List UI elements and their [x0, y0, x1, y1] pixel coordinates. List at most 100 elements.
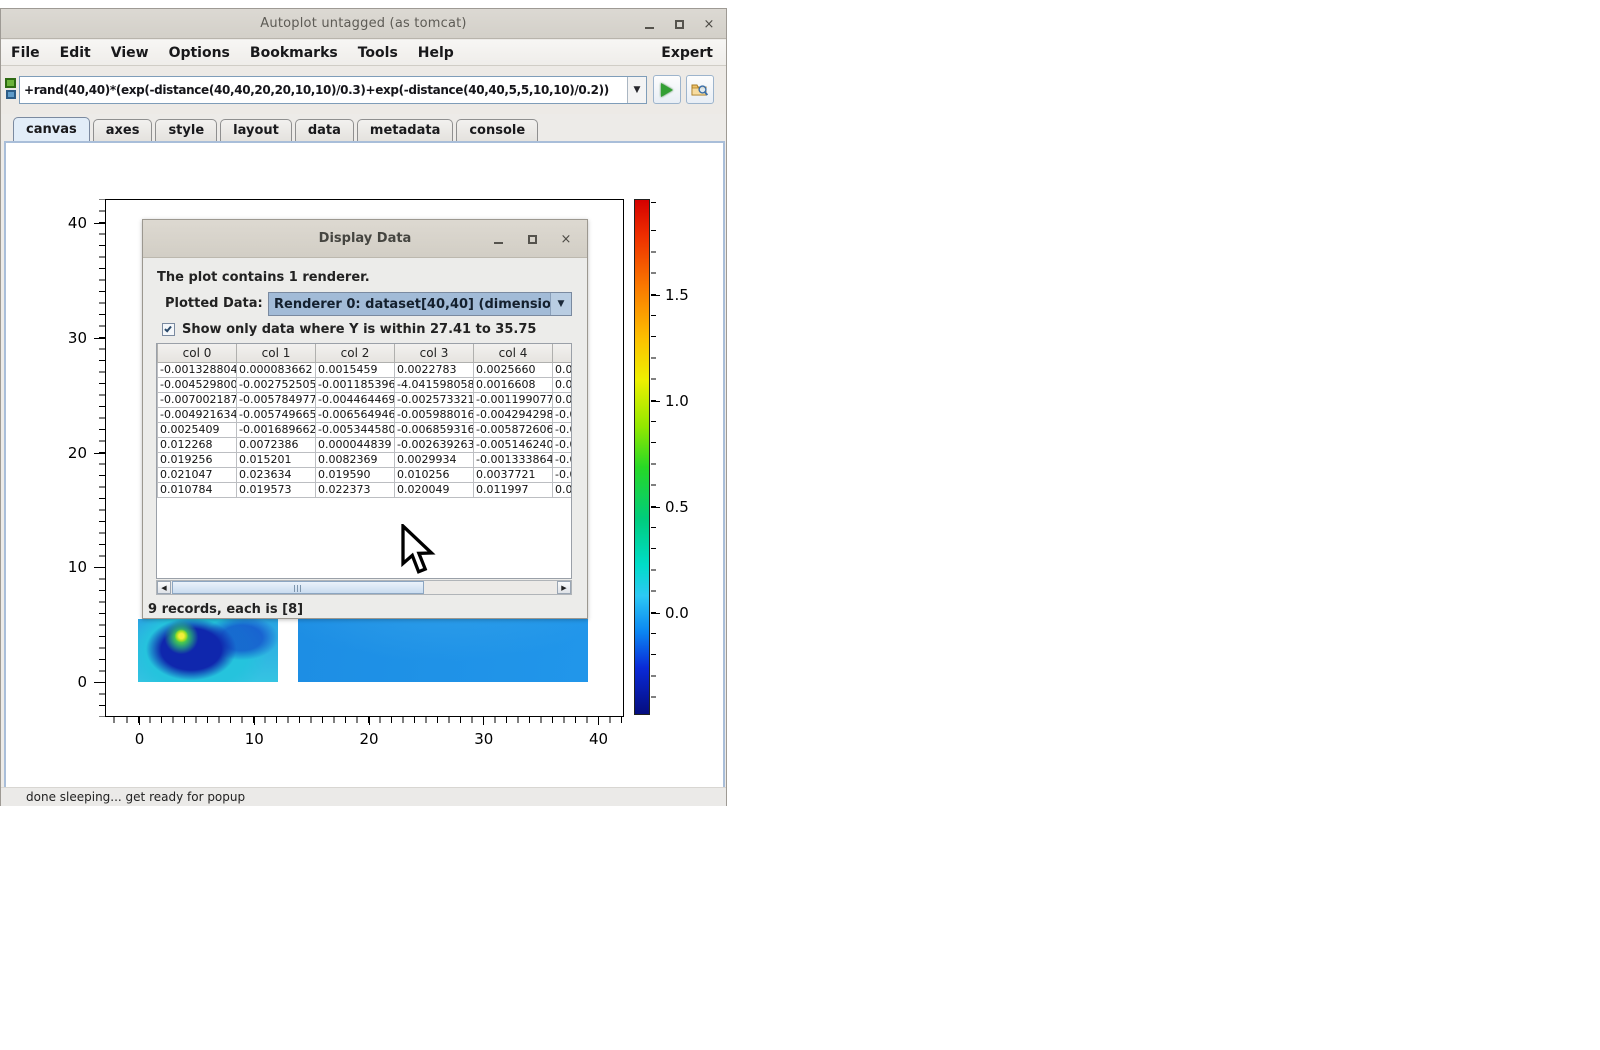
table-cell[interactable]: 0.0025660: [474, 362, 553, 377]
menu-item[interactable]: View: [101, 40, 159, 65]
menu-item[interactable]: Tools: [348, 40, 408, 65]
table-cell[interactable]: 0.0015459: [316, 362, 395, 377]
table-cell[interactable]: -0.001689662...: [237, 422, 316, 437]
menu-item[interactable]: Bookmarks: [240, 40, 348, 65]
table-cell[interactable]: 0.011997: [474, 482, 553, 497]
table-cell[interactable]: 0.00: [553, 392, 573, 407]
table-cell[interactable]: -0.002573321...: [395, 392, 474, 407]
table-row[interactable]: -0.001328804...0.0000836620.00154590.002…: [158, 362, 573, 377]
table-cell[interactable]: 0.0025409: [158, 422, 237, 437]
table-cell[interactable]: 0.010784: [158, 482, 237, 497]
uri-value[interactable]: +rand(40,40)*(exp(-distance(40,40,20,20,…: [20, 83, 627, 97]
table-cell[interactable]: 0.0082369: [316, 452, 395, 467]
table-cell[interactable]: 0.0022783: [395, 362, 474, 377]
table-row[interactable]: -0.004921634...-0.005749665...-0.0065649…: [158, 407, 573, 422]
table-cell[interactable]: 0.021047: [158, 467, 237, 482]
uri-input[interactable]: +rand(40,40)*(exp(-distance(40,40,20,20,…: [19, 76, 647, 104]
uri-dropdown-icon[interactable]: ▼: [627, 77, 646, 103]
table-cell[interactable]: 0.000083662: [237, 362, 316, 377]
table-cell[interactable]: 0.00: [553, 362, 573, 377]
table-cell[interactable]: 0.0072386: [237, 437, 316, 452]
table-cell[interactable]: 0.0037721: [474, 467, 553, 482]
menu-item[interactable]: File: [1, 40, 50, 65]
table-cell[interactable]: -0.007002187...: [158, 392, 237, 407]
dialog-minimize-icon[interactable]: [491, 232, 505, 246]
table-row[interactable]: 0.0025409-0.001689662...-0.005344580...-…: [158, 422, 573, 437]
table-cell[interactable]: -0.006859316...: [395, 422, 474, 437]
table-cell[interactable]: -0.004464469...: [316, 392, 395, 407]
tab[interactable]: console: [456, 119, 538, 141]
dialog-titlebar[interactable]: Display Data ×: [143, 220, 587, 258]
table-cell[interactable]: 0.00: [553, 482, 573, 497]
table-row[interactable]: 0.0210470.0236340.0195900.0102560.003772…: [158, 467, 573, 482]
table-cell[interactable]: -0.001333864...: [474, 452, 553, 467]
chevron-down-icon[interactable]: ▼: [550, 293, 571, 315]
table-cell[interactable]: -0.0: [553, 437, 573, 452]
table-header-cell[interactable]: col 4: [474, 344, 553, 362]
tab[interactable]: data: [295, 119, 354, 141]
window-titlebar[interactable]: Autoplot untagged (as tomcat) ×: [1, 9, 726, 39]
table-cell[interactable]: -4.041598058...: [395, 377, 474, 392]
tab[interactable]: metadata: [357, 119, 453, 141]
table-cell[interactable]: 0.0029934: [395, 452, 474, 467]
tab[interactable]: layout: [220, 119, 292, 141]
table-cell[interactable]: -0.005988016...: [395, 407, 474, 422]
filter-checkbox[interactable]: [162, 323, 175, 336]
menu-item[interactable]: Edit: [50, 40, 101, 65]
table-cell[interactable]: -0.005872606...: [474, 422, 553, 437]
table-cell[interactable]: -0.001328804...: [158, 362, 237, 377]
table-row[interactable]: 0.0122680.00723860.000044839-0.002639263…: [158, 437, 573, 452]
scroll-right-icon[interactable]: ▶: [557, 581, 571, 594]
tab[interactable]: canvas: [13, 117, 90, 141]
inspect-file-button[interactable]: [686, 75, 714, 104]
table-row[interactable]: 0.0107840.0195730.0223730.0200490.011997…: [158, 482, 573, 497]
table-cell[interactable]: 0.019590: [316, 467, 395, 482]
table-cell[interactable]: 0.012268: [158, 437, 237, 452]
heatmap-slice-right[interactable]: [298, 619, 588, 682]
table-cell[interactable]: -0.001185396...: [316, 377, 395, 392]
expert-mode-label[interactable]: Expert: [661, 45, 726, 61]
table-cell[interactable]: -0.0: [553, 452, 573, 467]
table-cell[interactable]: -0.002752505...: [237, 377, 316, 392]
plot-go-button[interactable]: [653, 75, 681, 104]
table-cell[interactable]: -0.005784977...: [237, 392, 316, 407]
table-cell[interactable]: -0.004921634...: [158, 407, 237, 422]
data-table-scrollpane[interactable]: col 0col 1col 2col 3col 4 -0.001328804..…: [156, 343, 572, 579]
table-header-cell[interactable]: col 0: [158, 344, 237, 362]
table-cell[interactable]: 0.00: [553, 377, 573, 392]
table-cell[interactable]: 0.015201: [237, 452, 316, 467]
table-cell[interactable]: -0.005146240...: [474, 437, 553, 452]
table-cell[interactable]: 0.000044839: [316, 437, 395, 452]
table-cell[interactable]: -0.005749665...: [237, 407, 316, 422]
table-cell[interactable]: -0.004294298...: [474, 407, 553, 422]
dialog-close-icon[interactable]: ×: [559, 232, 573, 246]
scrollbar-thumb[interactable]: [172, 581, 424, 594]
close-icon[interactable]: ×: [702, 17, 716, 31]
table-cell[interactable]: 0.022373: [316, 482, 395, 497]
table-cell[interactable]: -0.0: [553, 467, 573, 482]
table-header-cell[interactable]: col 2: [316, 344, 395, 362]
table-cell[interactable]: 0.023634: [237, 467, 316, 482]
table-header-cell[interactable]: col 1: [237, 344, 316, 362]
scrollbar-track[interactable]: [171, 581, 557, 594]
table-cell[interactable]: -0.002639263...: [395, 437, 474, 452]
table-cell[interactable]: -0.006564946...: [316, 407, 395, 422]
scroll-left-icon[interactable]: ◀: [157, 581, 171, 594]
table-row[interactable]: -0.004529800...-0.002752505...-0.0011853…: [158, 377, 573, 392]
table-row[interactable]: -0.007002187...-0.005784977...-0.0044644…: [158, 392, 573, 407]
table-row[interactable]: 0.0192560.0152010.00823690.0029934-0.001…: [158, 452, 573, 467]
horizontal-scrollbar[interactable]: ◀ ▶: [156, 580, 572, 595]
tab[interactable]: axes: [93, 119, 153, 141]
tab[interactable]: style: [155, 119, 217, 141]
table-cell[interactable]: 0.010256: [395, 467, 474, 482]
table-cell[interactable]: -0.005344580...: [316, 422, 395, 437]
maximize-icon[interactable]: [672, 17, 686, 31]
menu-item[interactable]: Options: [159, 40, 240, 65]
table-cell[interactable]: -0.0: [553, 407, 573, 422]
minimize-icon[interactable]: [642, 17, 656, 31]
table-header-cell[interactable]: col 3: [395, 344, 474, 362]
table-cell[interactable]: -0.0: [553, 422, 573, 437]
table-cell[interactable]: -0.001199077...: [474, 392, 553, 407]
table-cell[interactable]: 0.019256: [158, 452, 237, 467]
plotted-data-combobox[interactable]: Renderer 0: dataset[40,40] (dimension...…: [268, 292, 572, 316]
